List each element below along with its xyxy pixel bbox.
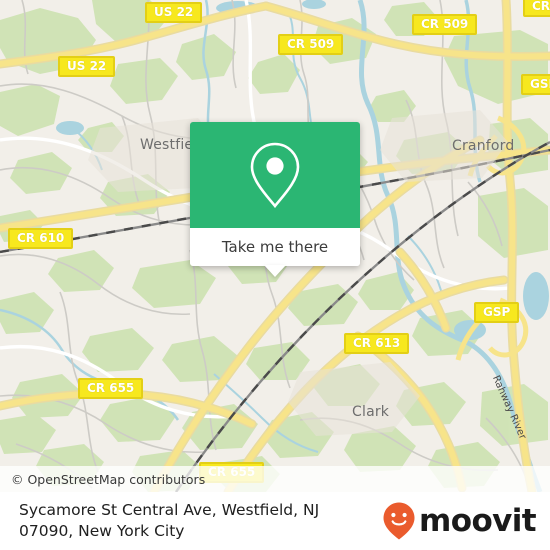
moovit-wordmark: moovit	[419, 502, 537, 539]
location-title: Sycamore St Central Ave, Westfield, NJ 0…	[19, 501, 320, 540]
take-me-there-button[interactable]: Take me there	[190, 228, 360, 266]
popup-header	[190, 122, 360, 228]
road-shield-cr5-corner[interactable]: CR 5	[523, 0, 550, 17]
attribution-text[interactable]: © OpenStreetMap contributors	[11, 472, 205, 487]
moovit-map-screenshot: Westfield Cranford Clark Rahway River US…	[0, 0, 550, 550]
road-shield-cr613[interactable]: CR 613	[344, 333, 410, 354]
location-popup[interactable]: Take me there	[190, 122, 360, 277]
footer-bar: Sycamore St Central Ave, Westfield, NJ 0…	[0, 492, 550, 550]
road-shield-gsp-bottom[interactable]: GSP	[474, 302, 520, 323]
road-shield-cr655-left[interactable]: CR 655	[78, 378, 144, 399]
take-me-there-label: Take me there	[221, 238, 329, 256]
road-shield-cr509-right[interactable]: CR 509	[412, 14, 478, 35]
road-shield-gsp-top[interactable]: GSP	[521, 74, 550, 95]
map-label-clark: Clark	[352, 404, 390, 420]
map-canvas[interactable]: Westfield Cranford Clark Rahway River US…	[0, 0, 550, 492]
moovit-brand[interactable]: moovit	[381, 501, 537, 541]
map-pin-icon	[250, 142, 300, 209]
road-shield-us22-top[interactable]: US 22	[145, 2, 203, 23]
road-shield-cr610[interactable]: CR 610	[8, 228, 74, 249]
moovit-pin-smile-icon	[383, 502, 415, 540]
road-shield-cr509-center[interactable]: CR 509	[278, 34, 344, 55]
map-attribution: © OpenStreetMap contributors	[0, 466, 550, 492]
popup-pointer	[264, 265, 286, 277]
road-shield-us22-left[interactable]: US 22	[58, 56, 116, 77]
map-label-cranford: Cranford	[452, 138, 515, 154]
